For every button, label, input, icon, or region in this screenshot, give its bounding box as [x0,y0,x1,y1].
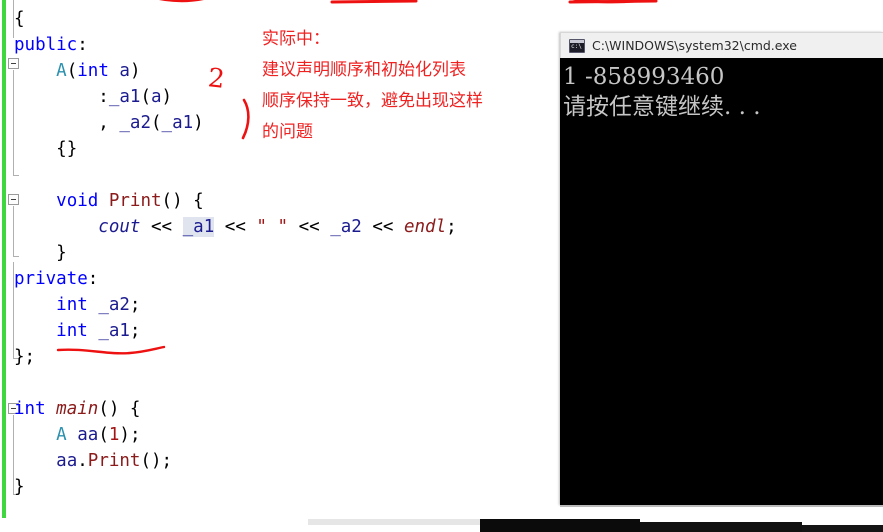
code-line: int main() { [14,399,141,419]
code-line: cout << _a1 << " " << _a2 << endl; [98,217,457,237]
selected-token: _a1 [182,217,215,237]
annotation-top-underline-right-icon [568,0,658,4]
code-line: aa.Print(); [56,451,173,471]
console-output-line: 1 -858993460 [563,64,725,90]
code-line: void Print() { [56,191,204,211]
code-line: } [56,243,67,263]
console-title-text: C:\WINDOWS\system32\cmd.exe [592,38,797,53]
cmd-icon [569,38,585,53]
console-bottom-edge [560,505,883,507]
console-output-line: 请按任意键继续. . . [563,94,761,120]
code-line: }; [14,347,36,367]
taskbar-fragment-dark-2 [640,522,802,532]
console-title-bar[interactable]: C:\WINDOWS\system32\cmd.exe [560,32,883,58]
taskbar-fragment-dark-3 [802,525,883,532]
taskbar-fragment-dark-1 [480,519,640,532]
taskbar-fragment-light [308,519,480,525]
code-line: int _a2; [56,295,141,315]
code-line: } [14,477,25,497]
console-output-area[interactable]: 1 -858993460 请按任意键继续. . . [560,58,883,505]
annotation-note-text: 实际中： 建议声明顺序和初始化列表 顺序保持一致，避免出现这样 的问题 [262,29,483,142]
cmd-console-window[interactable]: C:\WINDOWS\system32\cmd.exe 1 -858993460… [560,32,883,505]
annotation-mark-two: 2 [206,63,227,95]
code-line: int _a1; [56,321,141,341]
code-line: private: [14,269,99,289]
screen: {public: A(int a) :_a1(a) , _a2(_a1) {} … [0,0,883,532]
code-line: A aa(1); [56,425,141,445]
